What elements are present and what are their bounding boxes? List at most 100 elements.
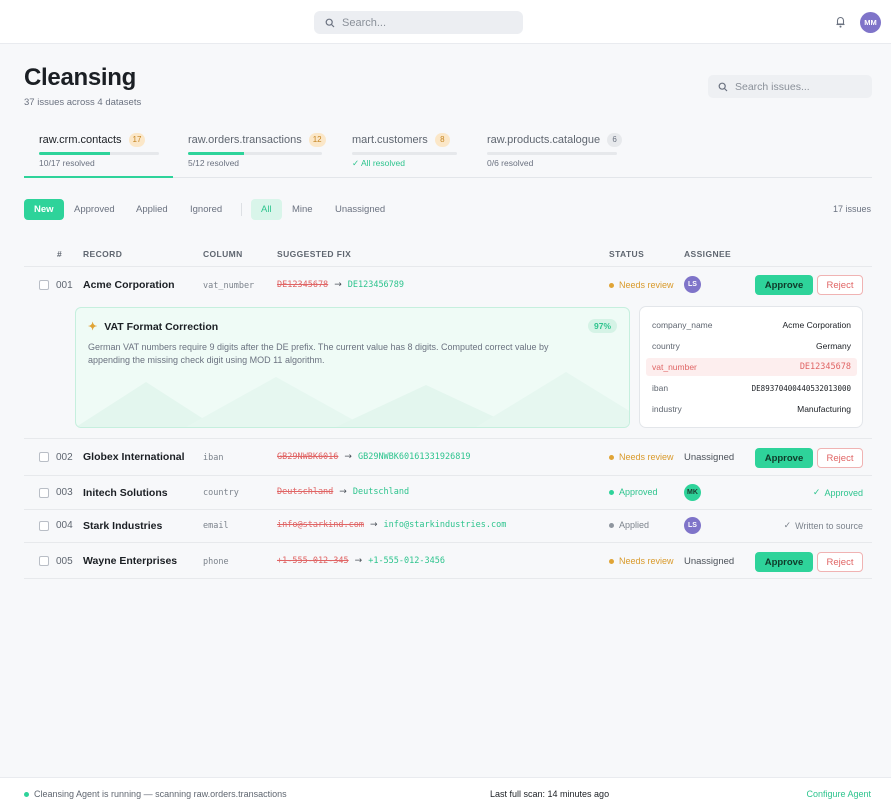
- header-record: RECORD: [83, 249, 123, 259]
- dataset-tabs: raw.crm.contacts 17 10/17 resolved raw.or…: [24, 128, 872, 178]
- row-number: 004: [56, 520, 73, 531]
- detail-row: industry Manufacturing: [652, 404, 851, 414]
- detail-row: company_name Acme Corporation: [652, 320, 851, 330]
- filter-ignored[interactable]: Ignored: [180, 199, 232, 220]
- new-value: +1-555-012-3456: [368, 556, 445, 566]
- tab-label: raw.orders.transactions 12: [188, 133, 326, 147]
- configure-agent-link[interactable]: Configure Agent: [806, 789, 871, 799]
- status-dot: [609, 454, 614, 460]
- filter-mine[interactable]: Mine: [282, 199, 323, 220]
- resolution-status: ✓ Approved: [812, 487, 863, 498]
- global-search-input[interactable]: Search...: [314, 11, 523, 34]
- approve-button[interactable]: Approve: [755, 552, 813, 572]
- last-scan: Last full scan: 14 minutes ago: [490, 789, 610, 799]
- top-bar: Search... MM: [0, 0, 891, 44]
- table-row[interactable]: 002 Globex International iban GB29NWBK60…: [24, 438, 872, 475]
- arrow-right-icon: →: [344, 452, 352, 462]
- status-badge: Approved: [609, 487, 658, 497]
- row-checkbox[interactable]: [39, 280, 49, 290]
- page-title: Cleansing: [24, 64, 136, 91]
- new-value: Deutschland: [352, 487, 410, 497]
- approve-button[interactable]: Approve: [755, 448, 813, 468]
- page-subtitle: 37 issues across 4 datasets: [24, 97, 142, 108]
- assignee[interactable]: MK: [684, 484, 701, 501]
- reject-button[interactable]: Reject: [817, 448, 863, 468]
- header-suggested-fix: SUGGESTED FIX: [277, 249, 352, 259]
- assignee-avatar: LS: [684, 517, 701, 534]
- tab-label: raw.products.catalogue 6: [487, 133, 623, 147]
- tab-raw-orders-transactions[interactable]: raw.orders.transactions 12 5/12 resolved: [173, 128, 338, 178]
- reject-button[interactable]: Reject: [817, 275, 863, 295]
- reject-button[interactable]: Reject: [817, 552, 863, 572]
- assignee[interactable]: Unassigned: [684, 452, 734, 463]
- assignee-avatar: MK: [684, 484, 701, 501]
- agent-status: Cleansing Agent is running — scanning ra…: [24, 789, 287, 799]
- new-value: DE123456789: [347, 280, 405, 290]
- tab-mart-customers[interactable]: mart.customers 8 ✓ All resolved: [338, 128, 472, 178]
- column-name: phone: [203, 557, 229, 567]
- new-value: GB29NWBK60161331926819: [357, 452, 471, 462]
- table-row[interactable]: 004 Stark Industries email info@starkind…: [24, 509, 872, 542]
- tab-progress-bar: [188, 152, 322, 155]
- tab-count-badge: 8: [434, 133, 450, 147]
- assignee[interactable]: LS: [684, 276, 701, 293]
- row-checkbox[interactable]: [39, 556, 49, 566]
- bell-icon[interactable]: [835, 15, 846, 29]
- tab-progress-bar: [487, 152, 617, 155]
- filter-divider: [241, 203, 242, 216]
- resolution-status: ✓ Written to source: [783, 520, 863, 531]
- tab-progress-bar: [39, 152, 159, 155]
- header-number: #: [57, 249, 63, 259]
- filter-applied[interactable]: Applied: [126, 199, 178, 220]
- tab-status: 0/6 resolved: [487, 158, 534, 168]
- suggested-fix: Deutschland → Deutschland: [277, 487, 409, 497]
- filter-all[interactable]: All: [251, 199, 282, 220]
- tab-raw-products-catalogue[interactable]: raw.products.catalogue 6 0/6 resolved: [472, 128, 632, 178]
- issue-search-input[interactable]: Search issues...: [708, 75, 872, 98]
- filter-new[interactable]: New: [24, 199, 64, 220]
- row-number: 003: [56, 487, 73, 498]
- row-number: 001: [56, 280, 73, 291]
- filter-unassigned[interactable]: Unassigned: [325, 199, 395, 220]
- tab-count-badge: 6: [607, 133, 623, 147]
- tab-progress-bar: [352, 152, 457, 155]
- decorative-background: [76, 372, 629, 427]
- table-row[interactable]: 005 Wayne Enterprises phone +1-555-012-3…: [24, 542, 872, 579]
- approve-button[interactable]: Approve: [755, 275, 813, 295]
- row-checkbox[interactable]: [39, 452, 49, 462]
- status-dot: [609, 282, 614, 288]
- tab-label: mart.customers 8: [352, 133, 450, 147]
- column-name: country: [203, 488, 239, 498]
- row-checkbox[interactable]: [39, 521, 49, 531]
- record-details-panel: company_name Acme Corporation country Germ…: [639, 306, 863, 428]
- arrow-right-icon: →: [354, 556, 363, 566]
- suggested-fix: +1-555-012-345 → +1-555-012-3456: [277, 556, 445, 566]
- detail-row-highlighted: vat_number DE12345678: [646, 358, 857, 376]
- header-status: STATUS: [609, 249, 645, 259]
- tab-progress-fill: [39, 152, 110, 155]
- table-row[interactable]: 003 Initech Solutions country Deutschlan…: [24, 475, 872, 509]
- global-search-placeholder: Search...: [342, 16, 387, 29]
- column-name: vat_number: [203, 281, 255, 291]
- suggested-fix: info@starkind.com → info@starkindustries.c…: [277, 520, 506, 530]
- assignee-avatar: LS: [684, 276, 701, 293]
- header-assignee: ASSIGNEE: [684, 249, 732, 259]
- old-value: DE12345678: [277, 280, 329, 290]
- filter-approved[interactable]: Approved: [64, 199, 125, 220]
- suggestion-panel: ✦ VAT Format Correction 97% German VAT nu…: [75, 307, 630, 428]
- detail-row: iban DE89370400440532013000: [652, 383, 851, 393]
- tab-raw-crm-contacts[interactable]: raw.crm.contacts 17 10/17 resolved: [24, 128, 173, 178]
- row-number: 005: [56, 556, 73, 567]
- suggested-fix: GB29NWBK6016 → GB29NWBK60161331926819: [277, 452, 471, 462]
- agent-status-dot: [24, 791, 29, 797]
- assignee[interactable]: LS: [684, 517, 701, 534]
- confidence-badge: 97%: [587, 319, 617, 333]
- user-avatar[interactable]: MM: [860, 12, 881, 33]
- tab-status: 10/17 resolved: [39, 158, 95, 168]
- old-value: info@starkind.com: [277, 520, 364, 530]
- row-checkbox[interactable]: [39, 488, 49, 498]
- tab-progress-fill: [188, 152, 245, 155]
- assignee[interactable]: Unassigned: [684, 556, 734, 567]
- arrow-right-icon: →: [370, 520, 378, 530]
- status-footer: Cleansing Agent is running — scanning ra…: [0, 777, 891, 805]
